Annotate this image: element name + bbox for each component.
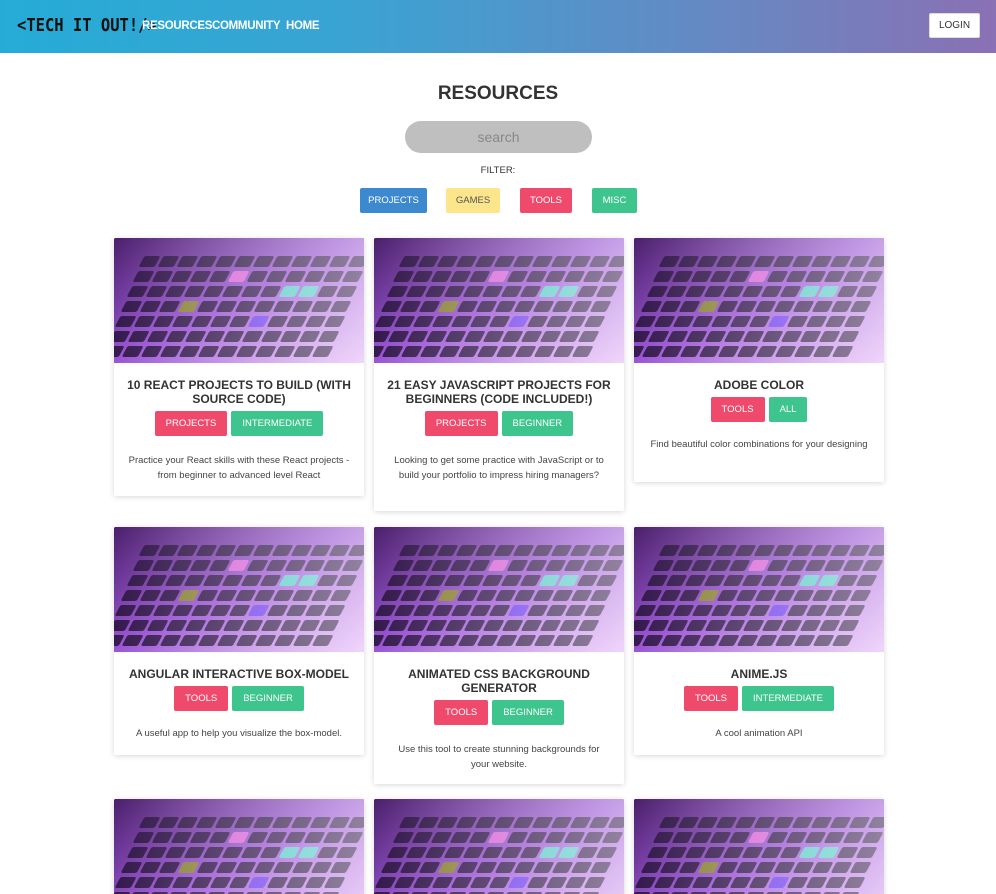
keyboard-image [374, 238, 624, 363]
keyboard-image [114, 527, 364, 652]
card-tags: PROJECTS BEGINNER [374, 411, 624, 436]
card-description: A useful app to help you visualize the b… [136, 728, 342, 739]
filter-projects-button[interactable]: PROJECTS [360, 188, 427, 213]
card-title: 10 REACT PROJECTS TO BUILD (WITH SOURCE … [127, 378, 351, 406]
tag-level[interactable]: INTERMEDIATE [231, 411, 324, 436]
tag-level[interactable]: BEGINNER [232, 686, 304, 711]
tag-tools[interactable]: TOOLS [174, 686, 229, 711]
login-button[interactable]: LOGIN [929, 13, 980, 38]
tag-tools[interactable]: TOOLS [683, 686, 738, 711]
resource-card: ADOBE COLOR TOOLS ALL Find beautiful col… [634, 238, 884, 482]
keyboard-image [634, 527, 884, 652]
card-description: Find beautiful color combinations for yo… [650, 439, 868, 450]
keyboard-image [374, 527, 624, 652]
card-description: Practice your React skills with these Re… [128, 455, 350, 481]
resource-card: ANIMATED CSS BACKGROUND GENERATOR TOOLS … [374, 527, 624, 784]
resource-card [634, 799, 884, 894]
card-image [374, 799, 624, 894]
card-description: Looking to get some practice with JavaSc… [394, 455, 604, 481]
card-description: Use this tool to create stunning backgro… [398, 744, 600, 770]
card-image [634, 527, 884, 652]
card-image [374, 238, 624, 363]
filter-tools-button[interactable]: TOOLS [520, 188, 572, 213]
page-title: RESOURCES [437, 83, 559, 104]
card-image [114, 799, 364, 894]
card-tags: TOOLS INTERMEDIATE [634, 686, 884, 711]
nav-link-home[interactable]: HOME [286, 18, 320, 34]
card-image [634, 238, 884, 363]
filter-label: FILTER: [480, 165, 516, 176]
nav-link-resources[interactable]: RESOURCES [142, 18, 212, 34]
keyboard-image [114, 238, 364, 363]
card-tags: TOOLS BEGINNER [374, 700, 624, 725]
resource-card: ANIME.JS TOOLS INTERMEDIATE A cool anima… [634, 527, 884, 755]
card-description: A cool animation API [715, 728, 803, 739]
card-title: ANGULAR INTERACTIVE BOX-MODEL [129, 667, 349, 681]
navbar: <TECH IT OUT!/> RESOURCES COMMUNITY HOME… [0, 0, 996, 53]
resource-card: ANGULAR INTERACTIVE BOX-MODEL TOOLS BEGI… [114, 527, 364, 755]
tag-projects[interactable]: PROJECTS [154, 411, 228, 436]
tag-projects[interactable]: PROJECTS [424, 411, 498, 436]
resource-card [374, 799, 624, 894]
keyboard-image [374, 799, 624, 894]
card-title: ANIME.JS [730, 667, 788, 681]
keyboard-image [634, 799, 884, 894]
card-tags: PROJECTS INTERMEDIATE [114, 411, 364, 436]
card-title: 21 EASY JAVASCRIPT PROJECTS FOR BEGINNER… [387, 378, 611, 406]
card-title: ADOBE COLOR [714, 378, 804, 392]
filter-games-button[interactable]: GAMES [446, 188, 500, 213]
tag-level[interactable]: INTERMEDIATE [742, 686, 835, 711]
nav-link-community[interactable]: COMMUNITY [212, 18, 281, 34]
tag-level[interactable]: BEGINNER [492, 700, 564, 725]
card-image [114, 238, 364, 363]
search-input[interactable] [405, 121, 592, 153]
card-tags: TOOLS BEGINNER [114, 686, 364, 711]
card-image [114, 527, 364, 652]
resource-card: 10 REACT PROJECTS TO BUILD (WITH SOURCE … [114, 238, 364, 496]
keyboard-image [634, 238, 884, 363]
resource-card: 21 EASY JAVASCRIPT PROJECTS FOR BEGINNER… [374, 238, 624, 511]
card-image [374, 527, 624, 652]
card-title: ANIMATED CSS BACKGROUND GENERATOR [408, 667, 590, 695]
tag-tools[interactable]: TOOLS [434, 700, 489, 725]
card-image [634, 799, 884, 894]
card-tags: TOOLS ALL [634, 397, 884, 422]
keyboard-image [114, 799, 364, 894]
filter-misc-button[interactable]: MISC [592, 188, 637, 213]
tag-tools[interactable]: TOOLS [710, 397, 765, 422]
resource-card [114, 799, 364, 894]
tag-level[interactable]: ALL [768, 397, 808, 422]
tag-level[interactable]: BEGINNER [501, 411, 574, 436]
site-logo[interactable]: <TECH IT OUT!/> [17, 13, 157, 39]
